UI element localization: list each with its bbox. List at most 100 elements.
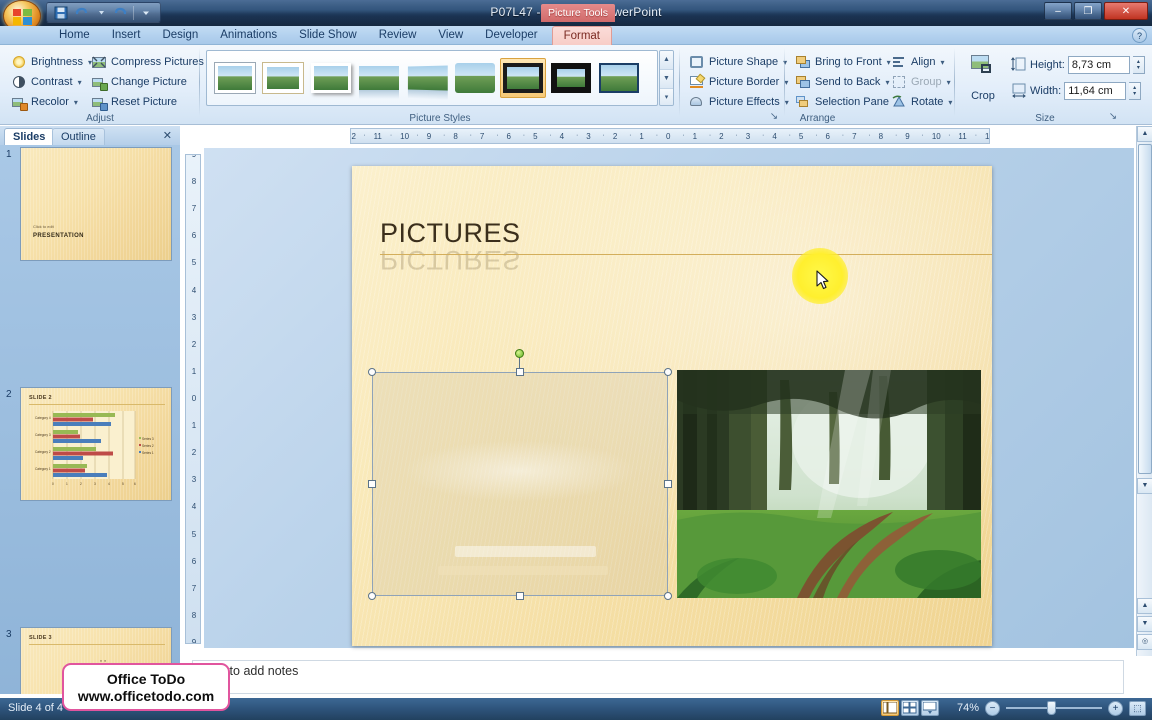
slide-thumbnail-1[interactable]: 1 Click to edit PRESENTATION: [0, 145, 180, 265]
width-stepper[interactable]: ▴ ▾: [1129, 82, 1142, 100]
slide-canvas-area[interactable]: PICTURES PICTURES: [204, 148, 1134, 648]
scroll-up-button[interactable]: ▲: [1137, 126, 1152, 142]
picture-style-5[interactable]: [452, 58, 498, 98]
editor-vertical-scrollbar[interactable]: ▲ ▼ ▲ ▼ ◎: [1136, 126, 1152, 656]
svg-text:2: 2: [80, 482, 82, 486]
close-button[interactable]: ✕: [1104, 2, 1148, 20]
tab-review[interactable]: Review: [368, 26, 428, 45]
tab-slide-show[interactable]: Slide Show: [288, 26, 368, 45]
height-stepper[interactable]: ▴ ▾: [1132, 56, 1145, 74]
picture-shape-button[interactable]: Picture Shape ▾: [686, 52, 792, 72]
tab-animations[interactable]: Animations: [209, 26, 288, 45]
picture-style-1[interactable]: [260, 58, 306, 98]
minimize-button[interactable]: –: [1044, 2, 1072, 20]
resize-handle-nw[interactable]: [368, 368, 376, 376]
forest-picture[interactable]: [677, 370, 981, 598]
brightness-button[interactable]: Brightness ▾: [8, 52, 95, 72]
height-spin-down[interactable]: ▾: [1137, 65, 1140, 71]
scrollbar-thumb[interactable]: [1138, 144, 1152, 474]
ruler-minor-tick: ·: [762, 132, 765, 139]
vertical-ruler[interactable]: 9 8 7 6 5 4 3 2 1 0 1 2 3 4 5 6 7 8 9: [185, 154, 201, 644]
tab-outline[interactable]: Outline: [52, 128, 105, 145]
slide-title[interactable]: PICTURES: [380, 218, 521, 249]
resize-handle-n[interactable]: [516, 368, 524, 376]
help-icon[interactable]: ?: [1132, 28, 1147, 43]
next-slide-button[interactable]: ▼: [1137, 616, 1152, 632]
ruler-tick: 4: [772, 132, 777, 141]
picture-border-button[interactable]: Picture Border ▾: [686, 72, 792, 92]
chevron-down-icon: ▾: [940, 57, 945, 67]
tab-slides[interactable]: Slides: [4, 128, 55, 145]
tab-home[interactable]: Home: [48, 26, 101, 45]
tab-view[interactable]: View: [427, 26, 474, 45]
resize-handle-e[interactable]: [664, 480, 672, 488]
selection-pane-button[interactable]: Selection Pane: [792, 92, 894, 112]
ruler-tick: 11: [958, 132, 967, 141]
slide-thumbnail-list[interactable]: 1 Click to edit PRESENTATION 2 SLIDE 2 C…: [0, 145, 180, 694]
tab-insert[interactable]: Insert: [101, 26, 152, 45]
tab-format[interactable]: Format: [551, 26, 612, 45]
picture-effects-button[interactable]: Picture Effects ▾: [686, 92, 792, 112]
slide-sorter-icon[interactable]: [901, 700, 919, 716]
change-picture-button[interactable]: Change Picture: [88, 72, 207, 92]
width-spin-down[interactable]: ▾: [1133, 91, 1136, 97]
picture-style-3[interactable]: [356, 58, 402, 99]
rotation-handle[interactable]: [515, 349, 524, 358]
gallery-scroll-down[interactable]: ▼: [660, 70, 673, 89]
align-button[interactable]: Align ▾: [888, 52, 955, 72]
picture-placeholder-selected[interactable]: [372, 372, 668, 596]
view-buttons[interactable]: [881, 700, 939, 716]
picture-style-4[interactable]: [404, 58, 450, 100]
resize-handle-se[interactable]: [664, 592, 672, 600]
zoom-out-button[interactable]: −: [985, 700, 1000, 716]
resize-handle-sw[interactable]: [368, 592, 376, 600]
reset-picture-button[interactable]: Reset Picture: [88, 92, 207, 112]
picture-style-8[interactable]: [596, 58, 642, 98]
zoom-slider-thumb[interactable]: [1047, 701, 1056, 715]
ruler-minor-tick: ·: [655, 132, 659, 139]
zoom-in-button[interactable]: +: [1108, 700, 1123, 716]
recolor-button[interactable]: Recolor ▾: [8, 92, 95, 112]
gallery-more-button[interactable]: ▾: [660, 89, 673, 105]
horizontal-ruler[interactable]: 12 · 11 · 10 · 9 · 8 · 7 · 6 · 5 · 4 · 3 · 2 · 1 · 0 · 1 · 2 · 3 · 4 · 5 · 6…: [350, 128, 990, 144]
slide-show-icon[interactable]: [921, 700, 939, 716]
zoom-slider[interactable]: [1006, 700, 1102, 716]
compress-pictures-icon: [91, 54, 107, 70]
bring-to-front-button[interactable]: Bring to Front ▾: [792, 52, 894, 72]
group-icon: [891, 74, 907, 90]
contrast-button[interactable]: Contrast ▾: [8, 72, 95, 92]
picture-style-2[interactable]: [308, 58, 354, 98]
scroll-down-button[interactable]: ▼: [1137, 478, 1152, 494]
send-to-back-button[interactable]: Send to Back ▾: [792, 72, 894, 92]
width-input[interactable]: 11,64 cm: [1064, 82, 1127, 100]
picture-style-7[interactable]: [548, 58, 594, 98]
gallery-scroll-up[interactable]: ▲: [660, 51, 673, 70]
current-slide[interactable]: PICTURES PICTURES: [352, 166, 992, 646]
picture-style-0[interactable]: [212, 58, 258, 98]
fit-slide-to-window-button[interactable]: ⬚: [1129, 700, 1146, 716]
tab-design[interactable]: Design: [151, 26, 209, 45]
maximize-button[interactable]: ❐: [1074, 2, 1102, 20]
picture-styles-gallery[interactable]: [206, 50, 658, 106]
group-button[interactable]: Group ▾: [888, 72, 955, 92]
picture-styles-scroll[interactable]: ▲ ▼ ▾: [659, 50, 674, 106]
close-panel-icon[interactable]: ✕: [163, 129, 172, 142]
back-to-slide-button[interactable]: ◎: [1137, 634, 1152, 650]
office-logo-icon: [13, 9, 32, 25]
compress-pictures-button[interactable]: Compress Pictures: [88, 52, 207, 72]
picture-style-6-selected[interactable]: [500, 58, 546, 98]
rotate-button[interactable]: Rotate ▾: [888, 92, 955, 112]
height-input[interactable]: 8,73 cm: [1067, 56, 1130, 74]
resize-handle-ne[interactable]: [664, 368, 672, 376]
size-dialog-launcher[interactable]: ↘: [1107, 111, 1119, 123]
previous-slide-button[interactable]: ▲: [1137, 598, 1152, 614]
tab-developer[interactable]: Developer: [474, 26, 548, 45]
resize-handle-w[interactable]: [368, 480, 376, 488]
notes-input[interactable]: Click to add notes: [192, 660, 1124, 694]
crop-button[interactable]: Crop: [963, 51, 1003, 103]
ruler-tick: 2: [191, 448, 197, 458]
slide-thumbnail-2[interactable]: 2 SLIDE 2 Category 4 Category 3 Category…: [0, 385, 180, 505]
office-button[interactable]: [3, 0, 41, 26]
resize-handle-s[interactable]: [516, 592, 524, 600]
normal-view-icon[interactable]: [881, 700, 899, 716]
